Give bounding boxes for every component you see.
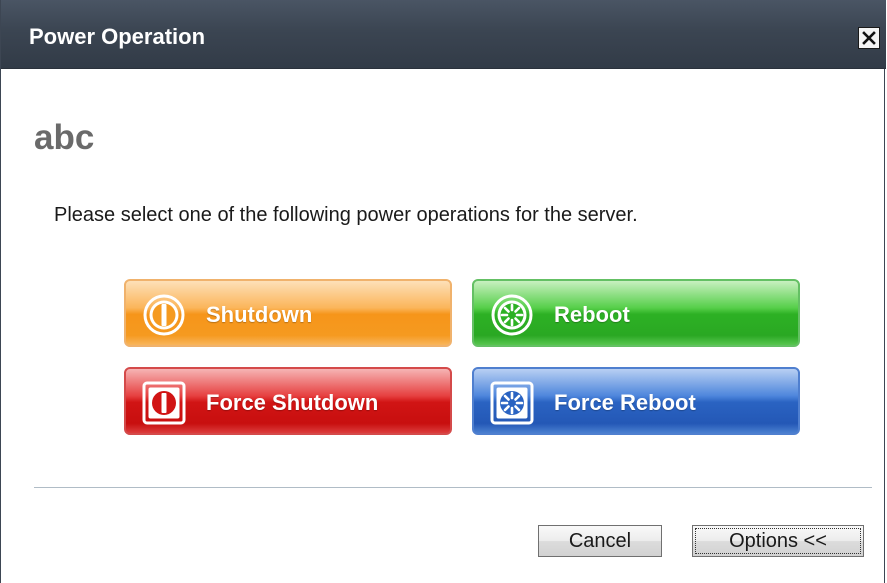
force-power-icon xyxy=(142,381,186,425)
options-button[interactable]: Options << xyxy=(692,525,864,557)
reboot-label: Reboot xyxy=(554,302,630,327)
force-reboot-label: Force Reboot xyxy=(554,390,696,415)
close-button[interactable] xyxy=(858,27,880,49)
force-shutdown-button[interactable]: Force Shutdown xyxy=(124,367,452,435)
force-reboot-icon xyxy=(490,381,534,425)
force-shutdown-label: Force Shutdown xyxy=(206,390,379,415)
reboot-button[interactable]: Reboot xyxy=(472,279,800,347)
close-icon xyxy=(862,31,876,45)
dialog-titlebar: Power Operation xyxy=(1,0,886,69)
cancel-button[interactable]: Cancel xyxy=(538,525,662,557)
reboot-icon xyxy=(491,294,533,336)
instruction-text: Please select one of the following power… xyxy=(54,204,638,226)
shutdown-label: Shutdown xyxy=(206,302,313,327)
force-reboot-button[interactable]: Force Reboot xyxy=(472,367,800,435)
power-operation-dialog: Power Operation abc Please select one of… xyxy=(0,0,886,583)
dialog-title: Power Operation xyxy=(29,24,206,49)
footer-divider xyxy=(34,487,872,488)
shutdown-button[interactable]: Shutdown xyxy=(124,279,452,347)
server-name-heading: abc xyxy=(34,118,95,157)
power-icon xyxy=(143,294,185,336)
